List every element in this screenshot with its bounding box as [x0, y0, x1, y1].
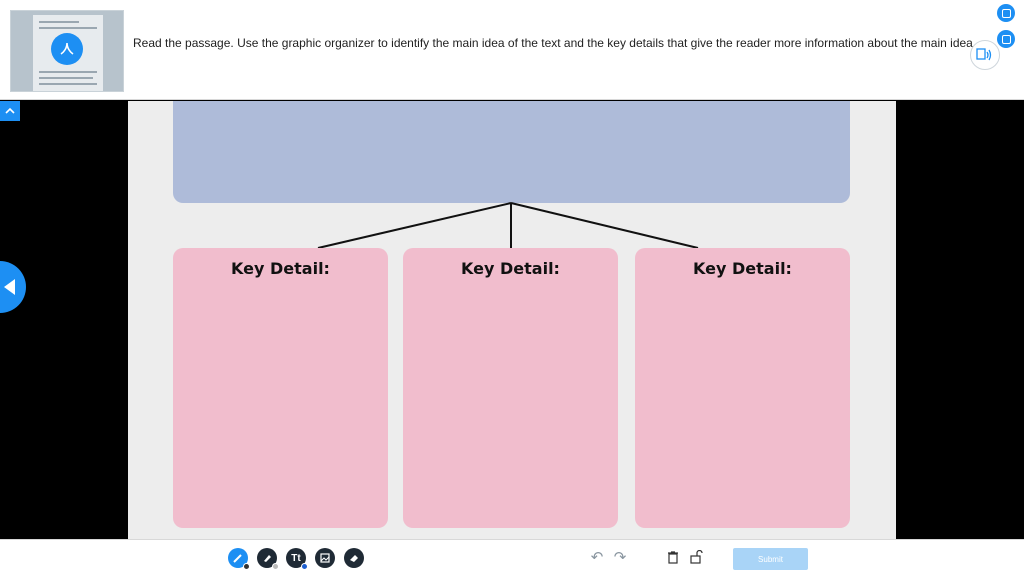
trash-icon[interactable] [665, 550, 681, 566]
text-color-swatch[interactable] [301, 563, 308, 570]
graphic-organizer-canvas[interactable]: Key Detail: Key Detail: Key Detail: [128, 101, 896, 539]
preview-line [39, 21, 79, 23]
highlighter-tool-button[interactable] [257, 548, 279, 570]
key-detail-box-1[interactable]: Key Detail: [173, 248, 388, 528]
chevron-up-icon [5, 107, 15, 114]
redo-icon[interactable]: ↷ [612, 550, 628, 566]
text-to-speech-icon [976, 48, 992, 61]
edit-icon[interactable] [997, 30, 1015, 48]
key-detail-box-2[interactable]: Key Detail: [403, 248, 618, 528]
passage-thumbnail[interactable] [10, 10, 124, 92]
image-tool-button[interactable] [315, 548, 335, 568]
key-detail-box-3[interactable]: Key Detail: [635, 248, 850, 528]
key-detail-label: Key Detail: [693, 259, 792, 278]
arrow-left-icon [4, 279, 15, 295]
annotation-toolbar: Tt ↶ ↷ Submit [0, 539, 1024, 576]
key-detail-label: Key Detail: [461, 259, 560, 278]
eraser-icon [350, 555, 358, 562]
key-detail-label: Key Detail: [231, 259, 330, 278]
undo-icon[interactable]: ↶ [589, 550, 605, 566]
text-tool-button[interactable]: Tt [286, 548, 308, 570]
text-tool-label: Tt [291, 552, 301, 564]
preview-line [39, 71, 97, 73]
pdf-icon[interactable] [51, 33, 83, 65]
notes-icon[interactable] [997, 4, 1015, 22]
preview-line [39, 27, 97, 29]
instructions-text: Read the passage. Use the graphic organi… [133, 36, 977, 50]
text-to-speech-button[interactable] [970, 40, 1000, 70]
highlighter-icon [264, 555, 271, 562]
pen-tool-button[interactable] [228, 548, 250, 570]
instructions-header: Read the passage. Use the graphic organi… [0, 0, 1024, 100]
submit-button[interactable]: Submit [733, 548, 808, 570]
previous-page-button[interactable] [0, 261, 26, 313]
eraser-tool-button[interactable] [344, 548, 364, 568]
image-icon [320, 553, 330, 563]
pen-icon [233, 554, 242, 563]
collapse-header-button[interactable] [0, 101, 20, 121]
highlighter-color-swatch[interactable] [272, 563, 279, 570]
preview-line [39, 83, 97, 85]
pen-color-swatch[interactable] [243, 563, 250, 570]
preview-line [39, 77, 93, 79]
unlock-icon[interactable] [688, 549, 704, 566]
